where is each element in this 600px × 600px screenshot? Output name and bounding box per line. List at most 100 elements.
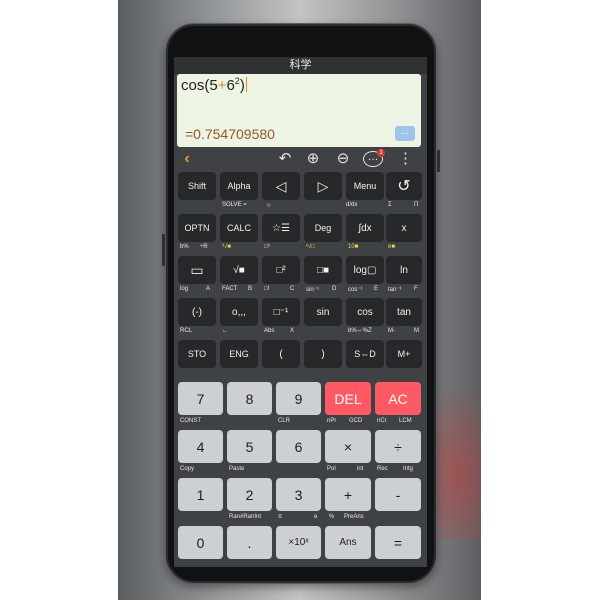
- label-e: E: [374, 286, 379, 292]
- label-bpct: b%: [180, 244, 189, 250]
- zoom-in-icon[interactable]: ⊕: [304, 149, 322, 169]
- digit-0-button[interactable]: 0: [178, 526, 223, 559]
- sin-button[interactable]: sin: [304, 298, 342, 326]
- delete-button[interactable]: DEL: [325, 382, 371, 415]
- label-conv: b%⇔%Z: [348, 328, 372, 334]
- all-clear-button[interactable]: AC: [375, 382, 421, 415]
- label-rootx: ˣ√□: [306, 244, 315, 250]
- label-gcd: GCD: [349, 418, 363, 424]
- digit-7-button[interactable]: 7: [178, 382, 223, 415]
- label-pr: ÷R: [200, 244, 208, 250]
- label-mminus: M-: [388, 328, 395, 334]
- undo-icon[interactable]: ↶: [276, 149, 294, 169]
- degree-minute-button[interactable]: o,,,: [220, 298, 258, 326]
- digit-8-button[interactable]: 8: [227, 382, 272, 415]
- left-paren-button[interactable]: (: [262, 340, 300, 368]
- equals-button[interactable]: =: [375, 526, 421, 559]
- stats-button[interactable]: ☆☰: [262, 214, 300, 242]
- label-x: X: [290, 328, 295, 334]
- label-sigma: Σ: [388, 202, 392, 208]
- s-d-button[interactable]: S⇔D: [346, 340, 384, 368]
- label-m: M: [414, 328, 419, 334]
- menu-button[interactable]: Menu: [346, 172, 384, 200]
- x-variable-button[interactable]: x: [386, 214, 422, 242]
- label-const: CONST: [180, 418, 201, 424]
- label-copy: Copy: [180, 466, 195, 472]
- app-title: 科学: [174, 57, 427, 74]
- label-b: B: [248, 286, 253, 292]
- cursor-left-button[interactable]: ◁: [262, 172, 300, 200]
- times-ten-power-button[interactable]: ×10ˣ: [276, 526, 321, 559]
- label-f: F: [414, 286, 418, 292]
- tan-button[interactable]: tan: [386, 298, 422, 326]
- log-base-button[interactable]: log▢: [346, 256, 384, 284]
- ln-button[interactable]: ln: [386, 256, 422, 284]
- label-paste: Paste: [229, 466, 245, 472]
- divide-button[interactable]: ÷: [375, 430, 421, 463]
- label-abs: Abs: [264, 328, 275, 334]
- more-button[interactable]: ...: [395, 126, 415, 141]
- label-clr: CLR: [278, 418, 291, 424]
- label-e10: 10■: [348, 244, 359, 250]
- label-star: ☆: [266, 203, 272, 209]
- label-percent: %: [329, 514, 335, 520]
- digit-4-button[interactable]: 4: [178, 430, 223, 463]
- integral-button[interactable]: ∫dx: [346, 214, 384, 242]
- optn-button[interactable]: OPTN: [178, 214, 216, 242]
- back-icon[interactable]: ‹: [180, 149, 194, 169]
- result: =0.754709580: [185, 126, 275, 142]
- m-plus-button[interactable]: M+: [386, 340, 422, 368]
- menu-icon[interactable]: ⋮: [398, 149, 413, 169]
- deg-button[interactable]: Deg: [304, 214, 342, 242]
- expression-base: 6: [226, 77, 235, 94]
- label-ddx: d/dx: [346, 202, 358, 208]
- eng-button[interactable]: ENG: [220, 340, 258, 368]
- add-button[interactable]: +: [325, 478, 371, 511]
- expression-suffix: ): [239, 77, 245, 94]
- calc-display[interactable]: cos(5+62) =0.754709580 ...: [177, 74, 421, 147]
- label-inv: □!: [264, 286, 270, 292]
- shift-button[interactable]: Shift: [178, 172, 216, 200]
- sqrt-button[interactable]: √■: [220, 256, 258, 284]
- multiply-button[interactable]: ×: [325, 430, 371, 463]
- fraction-button[interactable]: ▭: [178, 256, 216, 284]
- square-button[interactable]: □²: [262, 256, 300, 284]
- subtract-button[interactable]: -: [375, 478, 421, 511]
- label-pi: Π: [414, 202, 419, 208]
- negative-button[interactable]: (-): [178, 298, 216, 326]
- cursor-right-button[interactable]: ▷: [304, 172, 342, 200]
- digit-3-button[interactable]: 3: [276, 478, 321, 511]
- calculator-screen: 科学 cos(5+62) =0.754709580 ... ‹ ↶ ⊕ ⊖ … …: [174, 57, 427, 567]
- history-icon[interactable]: ↺: [386, 172, 422, 200]
- label-ncr: nCr: [377, 418, 387, 424]
- digit-9-button[interactable]: 9: [276, 382, 321, 415]
- label-log: log: [180, 286, 189, 292]
- right-paren-button[interactable]: ): [304, 340, 342, 368]
- ans-button[interactable]: Ans: [325, 526, 371, 559]
- alpha-button[interactable]: Alpha: [220, 172, 258, 200]
- digit-1-button[interactable]: 1: [178, 478, 223, 511]
- label-fact: FACT: [222, 286, 238, 292]
- decimal-point-button[interactable]: .: [227, 526, 272, 559]
- digit-2-button[interactable]: 2: [227, 478, 272, 511]
- chat-icon[interactable]: … 1: [363, 149, 385, 167]
- label-arrow: ←: [222, 328, 228, 334]
- power-button[interactable]: □■: [304, 256, 342, 284]
- label-preans: PreAns: [344, 514, 364, 520]
- sto-button[interactable]: STO: [178, 340, 216, 368]
- label-sqrt3: ³√■: [222, 244, 231, 250]
- cos-button[interactable]: cos: [346, 298, 384, 326]
- label-a: A: [206, 286, 211, 292]
- inverse-button[interactable]: □⁻¹: [262, 298, 300, 326]
- label-c: C: [290, 286, 295, 292]
- label-cos1: cos⁻¹: [348, 287, 363, 293]
- digit-5-button[interactable]: 5: [227, 430, 272, 463]
- label-rcl: RCL: [180, 328, 193, 334]
- zoom-out-icon[interactable]: ⊖: [334, 149, 352, 169]
- label-d: D: [332, 286, 337, 292]
- phone-side-button: [162, 234, 165, 266]
- text-cursor: [245, 77, 247, 92]
- digit-6-button[interactable]: 6: [276, 430, 321, 463]
- calc-button[interactable]: CALC: [220, 214, 258, 242]
- label-intg: Intg: [403, 466, 414, 472]
